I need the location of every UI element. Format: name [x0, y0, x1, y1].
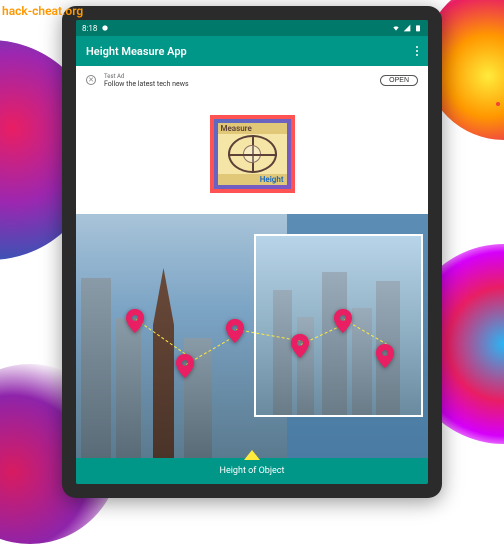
logo-area: Measure Height — [76, 94, 428, 214]
city-view[interactable] — [76, 214, 428, 458]
map-pin-icon[interactable] — [376, 344, 394, 368]
logo-top-text: Measure — [218, 123, 287, 134]
map-pin-icon[interactable] — [176, 354, 194, 378]
bottom-label: Height of Object — [220, 466, 285, 476]
debug-icon — [101, 24, 109, 32]
app-bar: Height Measure App — [76, 36, 428, 66]
map-pin-icon[interactable] — [126, 309, 144, 333]
triangle-up-icon — [244, 450, 260, 460]
app-logo: Measure Height — [210, 115, 295, 193]
wifi-icon — [392, 24, 400, 32]
signal-icon — [403, 24, 411, 32]
ad-banner: ✕ Test Ad Follow the latest tech news OP… — [76, 66, 428, 94]
status-bar: 8:18 — [76, 20, 428, 36]
bottom-bar[interactable]: Height of Object — [76, 458, 428, 484]
ad-label: Test Ad — [104, 73, 372, 80]
map-pin-icon[interactable] — [226, 319, 244, 343]
crosshair-icon — [228, 135, 277, 173]
tablet-frame: 8:18 Height Measure App ✕ Test Ad Follow… — [62, 6, 442, 498]
map-pin-icon[interactable] — [291, 334, 309, 358]
screen: 8:18 Height Measure App ✕ Test Ad Follow… — [76, 20, 428, 484]
app-title: Height Measure App — [86, 45, 187, 58]
ad-open-button[interactable]: OPEN — [380, 75, 418, 86]
battery-icon — [414, 24, 422, 32]
logo-bottom-text: Height — [218, 174, 287, 185]
ad-description: Follow the latest tech news — [104, 80, 372, 88]
red-dot — [496, 102, 500, 106]
map-pin-icon[interactable] — [334, 309, 352, 333]
watermark-text: hack-cheat.org — [2, 4, 83, 18]
menu-icon[interactable] — [416, 46, 418, 56]
status-time: 8:18 — [82, 24, 97, 33]
ad-close-icon[interactable]: ✕ — [86, 75, 96, 85]
